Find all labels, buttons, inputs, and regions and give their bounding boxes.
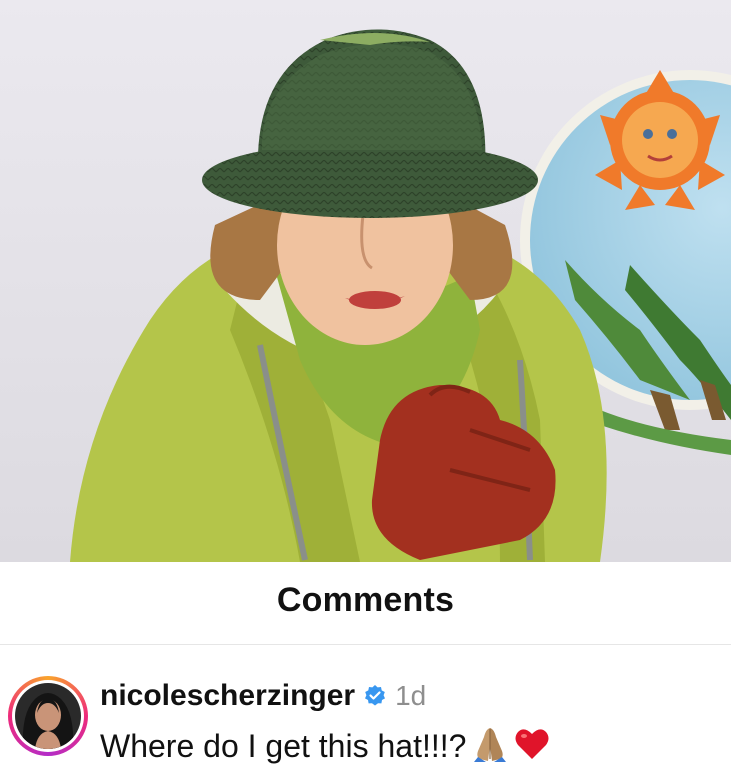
username[interactable]: nicolescherzinger: [100, 679, 355, 713]
comments-title: Comments: [276, 580, 455, 619]
post-photo: [0, 0, 731, 562]
avatar-photo: [15, 683, 81, 749]
comment-item: nicolescherzinger 1d Where do I get this…: [8, 672, 723, 772]
folded-hands-emoji-icon: [472, 725, 508, 768]
avatar[interactable]: [8, 676, 88, 756]
comment-text: Where do I get this hat!!!?: [100, 727, 467, 764]
red-heart-emoji-icon: [514, 726, 550, 767]
divider: [0, 644, 731, 645]
comments-header: Comments: [0, 562, 731, 638]
comment-timestamp: 1d: [395, 680, 427, 711]
verified-badge-icon: [363, 684, 387, 708]
